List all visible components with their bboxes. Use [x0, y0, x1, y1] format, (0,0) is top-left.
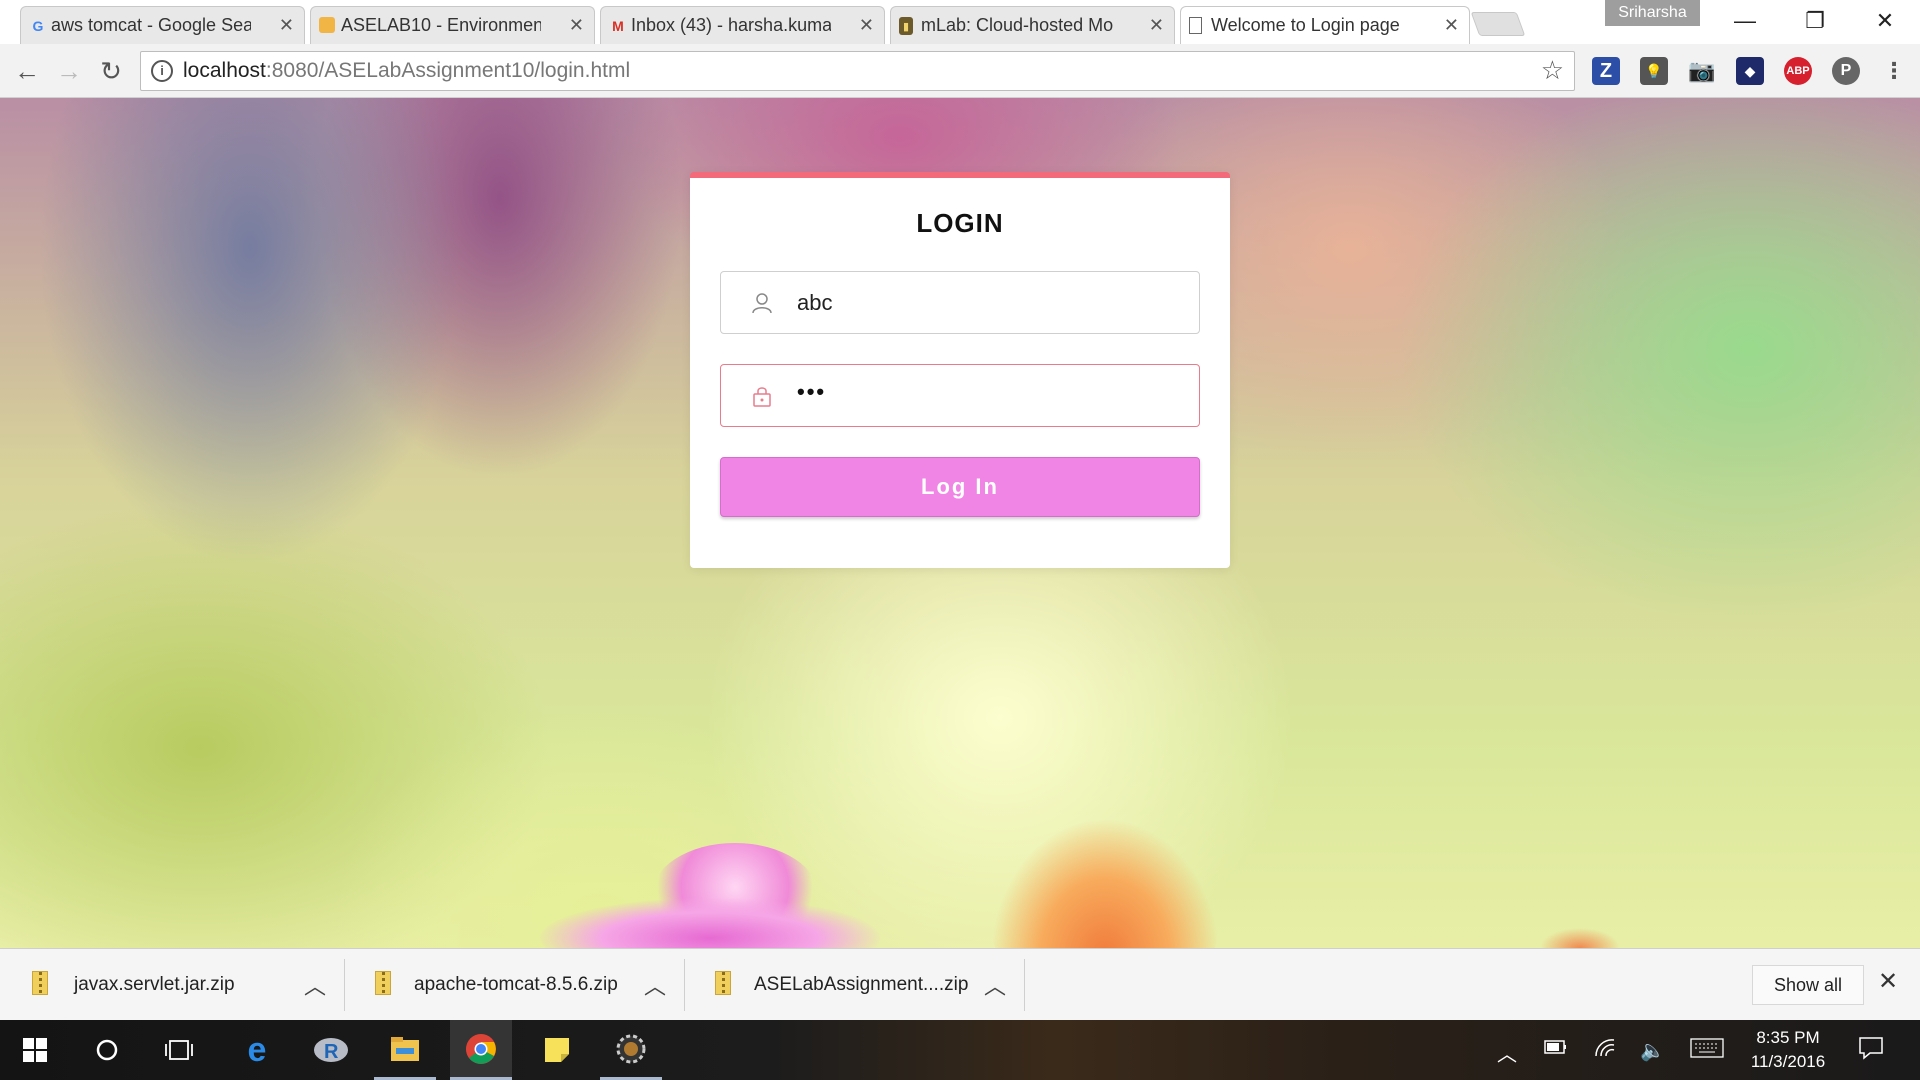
windows-taskbar: e R ︿ 🔈 8:35 PM 11/3/2016: [0, 1020, 1920, 1080]
lightbulb-icon[interactable]: 💡: [1640, 57, 1668, 85]
zip-file-icon: [32, 971, 48, 995]
download-name: ASELabAssignment....zip: [754, 974, 969, 995]
site-info-icon[interactable]: i: [151, 60, 173, 82]
login-button[interactable]: Log In: [720, 457, 1200, 517]
wifi-icon[interactable]: [1594, 1038, 1616, 1064]
tab-title: Welcome to Login page: [1211, 15, 1400, 35]
volume-icon[interactable]: 🔈: [1640, 1038, 1665, 1063]
close-window-icon[interactable]: ✕: [1850, 0, 1920, 42]
username-value: abc: [797, 290, 833, 315]
download-name: apache-tomcat-8.5.6.zip: [414, 974, 618, 995]
tab-mlab[interactable]: ▮ mLab: Cloud-hosted Mo ✕: [890, 6, 1175, 44]
clock-date: 11/3/2016: [1750, 1052, 1826, 1071]
orange-flower-image: [990, 818, 1220, 948]
login-heading: LOGIN: [916, 208, 1004, 238]
file-explorer-icon[interactable]: [374, 1020, 436, 1080]
download-name: javax.servlet.jar.zip: [74, 974, 235, 995]
adblock-abp-icon[interactable]: ABP: [1784, 57, 1812, 85]
forward-icon[interactable]: →: [52, 54, 86, 88]
tab-google-search[interactable]: G aws tomcat - Google Sea ✕: [20, 6, 305, 44]
chevron-up-icon[interactable]: ︿: [984, 969, 1006, 1001]
camera-icon[interactable]: 📷: [1688, 57, 1716, 85]
profile-name[interactable]: Sriharsha: [1605, 0, 1700, 26]
svg-text:R: R: [324, 1041, 339, 1063]
url-text[interactable]: localhost:8080/ASELabAssignment10/login.…: [183, 59, 630, 83]
tab-inbox[interactable]: M Inbox (43) - harsha.kuma ✕: [600, 6, 885, 44]
action-center-icon[interactable]: [1858, 1036, 1884, 1066]
close-tab-icon[interactable]: ✕: [279, 15, 294, 36]
r-studio-icon[interactable]: R: [300, 1020, 362, 1080]
show-hidden-icons-chevron-icon[interactable]: ︿: [1497, 1038, 1517, 1067]
pink-flower-image: [540, 898, 880, 948]
new-tab-button[interactable]: [1470, 12, 1526, 36]
download-item[interactable]: javax.servlet.jar.zip ︿: [0, 959, 345, 1011]
close-tab-icon[interactable]: ✕: [569, 15, 584, 36]
edge-browser-icon[interactable]: e: [226, 1020, 288, 1080]
chrome-icon[interactable]: [450, 1020, 512, 1080]
close-tab-icon[interactable]: ✕: [1444, 15, 1459, 36]
minimize-icon[interactable]: —: [1710, 0, 1780, 42]
keyboard-icon[interactable]: [1690, 1038, 1724, 1064]
mlab-icon: ▮: [899, 17, 913, 35]
restore-icon[interactable]: ❐: [1780, 0, 1850, 42]
download-item[interactable]: ASELabAssignment....zip ︿: [685, 959, 1025, 1011]
chevron-up-icon[interactable]: ︿: [304, 969, 326, 1001]
password-value: •••: [797, 379, 827, 404]
tab-aselab10-environment[interactable]: ASELAB10 - Environment ✕: [310, 6, 595, 44]
google-g-icon: G: [32, 18, 44, 34]
zotero-z-icon[interactable]: Z: [1592, 57, 1620, 85]
login-card: LOGIN abc ••• Log In: [690, 172, 1230, 568]
username-field[interactable]: abc: [720, 271, 1200, 334]
battery-icon[interactable]: [1544, 1038, 1568, 1061]
back-icon[interactable]: ←: [10, 54, 44, 88]
close-icon[interactable]: ✕: [1878, 967, 1898, 996]
url-host: localhost: [183, 59, 266, 82]
zip-file-icon: [375, 971, 391, 995]
aws-box-icon: [319, 17, 335, 33]
chevron-up-icon[interactable]: ︿: [644, 969, 666, 1001]
page-background: LOGIN abc ••• Log In: [0, 98, 1920, 948]
close-tab-icon[interactable]: ✕: [1149, 15, 1164, 36]
gmail-m-icon: M: [612, 18, 624, 34]
password-field[interactable]: •••: [720, 364, 1200, 427]
settings-gear-icon[interactable]: [600, 1020, 662, 1080]
zip-file-icon: [715, 971, 731, 995]
lock-icon: [753, 387, 771, 407]
tab-title: aws tomcat - Google Sea: [51, 15, 251, 35]
sticky-notes-icon[interactable]: [526, 1020, 588, 1080]
download-item[interactable]: apache-tomcat-8.5.6.zip ︿: [345, 959, 685, 1011]
url-path: :8080/ASELabAssignment10/login.html: [265, 59, 631, 82]
bookmark-star-icon[interactable]: ☆: [1541, 55, 1564, 86]
download-bar: javax.servlet.jar.zip ︿ apache-tomcat-8.…: [0, 948, 1920, 1020]
task-view-icon[interactable]: [148, 1020, 210, 1080]
menu-kebab-icon[interactable]: ⋮: [1880, 57, 1908, 85]
close-tab-icon[interactable]: ✕: [859, 15, 874, 36]
tab-title: ASELAB10 - Environment: [341, 15, 541, 35]
reload-icon[interactable]: ↻: [94, 54, 128, 88]
user-icon: [752, 293, 772, 314]
page-icon: [1189, 17, 1202, 34]
cortana-search-icon[interactable]: [76, 1020, 138, 1080]
browser-toolbar: ← → ↻ i localhost:8080/ASELabAssignment1…: [0, 44, 1920, 98]
clock-time: 8:35 PM: [1756, 1028, 1820, 1047]
p-extension-icon[interactable]: P: [1832, 57, 1860, 85]
tab-title: Inbox (43) - harsha.kuma: [631, 15, 831, 35]
show-all-button[interactable]: Show all: [1752, 965, 1864, 1005]
orange-flower-image: [1540, 928, 1620, 948]
extension-icon[interactable]: ◆: [1736, 57, 1764, 85]
tab-strip: G aws tomcat - Google Sea ✕ ASELAB10 - E…: [0, 0, 1920, 44]
windows-start-icon[interactable]: [4, 1020, 66, 1080]
address-bar[interactable]: i localhost:8080/ASELabAssignment10/logi…: [140, 51, 1575, 91]
tab-title: mLab: Cloud-hosted Mo: [921, 15, 1114, 35]
system-clock[interactable]: 8:35 PM 11/3/2016: [1740, 1026, 1836, 1074]
tab-login-page[interactable]: Welcome to Login page ✕: [1180, 6, 1470, 44]
